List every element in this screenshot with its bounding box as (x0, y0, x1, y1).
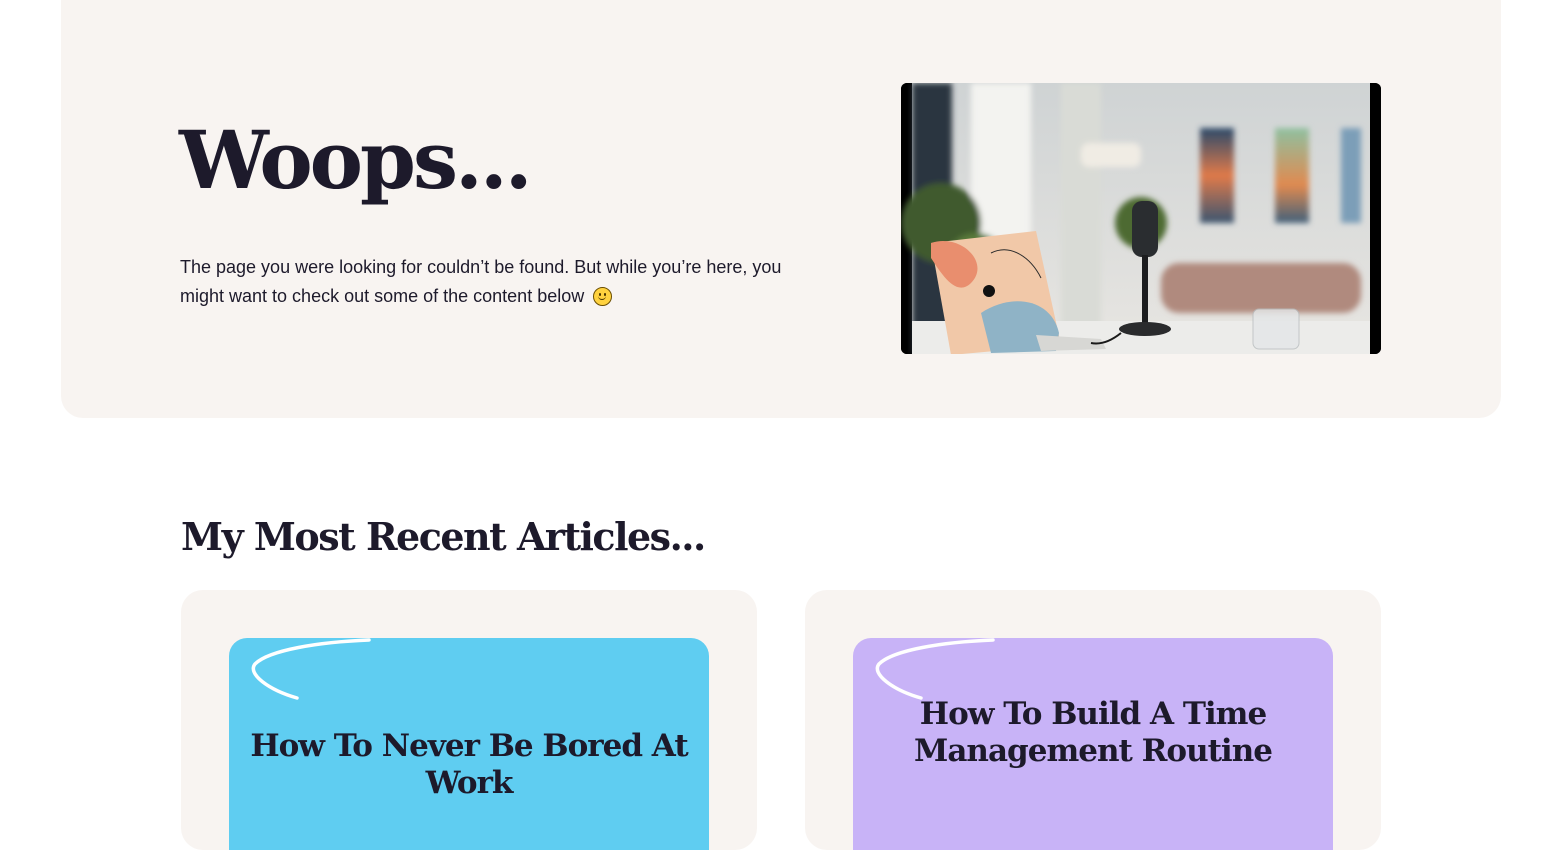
article-thumbnail[interactable]: How To Build A Time Management Routine (853, 638, 1333, 850)
article-title[interactable]: How To Build A Time Management Routine (853, 696, 1333, 770)
smiling-face-icon (593, 287, 613, 306)
article-title[interactable]: How To Never Be Bored At Work (229, 728, 709, 802)
article-thumbnail[interactable]: How To Never Be Bored At Work (229, 638, 709, 850)
hero-section: Woops... The page you were looking for c… (61, 0, 1501, 418)
article-card[interactable]: How To Build A Time Management Routine (805, 590, 1381, 850)
hero-photo (901, 83, 1381, 354)
page-title: Woops... (179, 113, 533, 207)
hero-description: The page you were looking for couldn’t b… (180, 253, 800, 311)
swoosh-decoration (251, 638, 371, 700)
hero-description-text: The page you were looking for couldn’t b… (180, 257, 782, 306)
recent-articles-heading: My Most Recent Articles... (181, 514, 706, 559)
article-card[interactable]: How To Never Be Bored At Work (181, 590, 757, 850)
